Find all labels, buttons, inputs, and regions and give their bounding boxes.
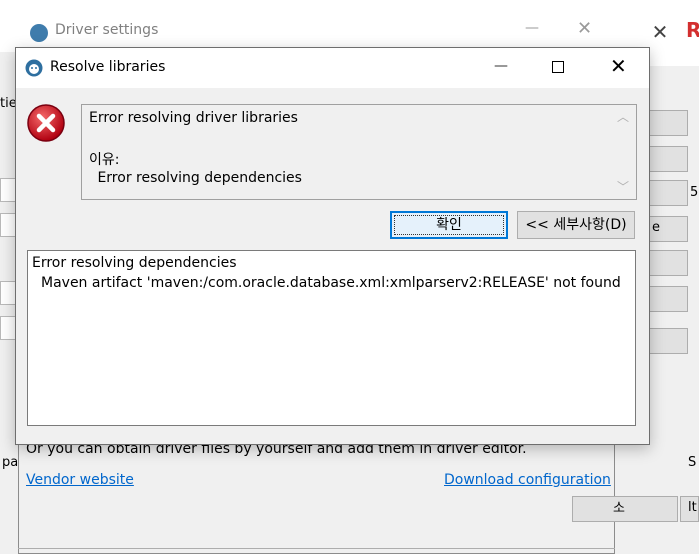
scroll-down-icon[interactable]: ﹀ <box>617 178 629 195</box>
minimize-icon[interactable]: — <box>525 20 545 40</box>
left-field[interactable] <box>0 178 16 202</box>
background-side-text: 5 <box>690 185 699 200</box>
background-button[interactable] <box>648 250 688 276</box>
focus-ring <box>394 215 504 235</box>
dbeaver-icon <box>30 24 48 42</box>
close-icon[interactable]: ✕ <box>577 18 597 39</box>
background-button[interactable] <box>648 286 688 312</box>
background-side-text: e <box>652 220 660 235</box>
close-icon[interactable]: ✕ <box>610 56 630 76</box>
error-message-line: Error resolving driver libraries <box>89 110 298 126</box>
download-configuration-link[interactable]: Download configuration <box>444 472 611 488</box>
background-button[interactable] <box>648 146 688 172</box>
details-line: Maven artifact 'maven:/com.oracle.databa… <box>41 275 621 291</box>
cancel-button[interactable]: 소 <box>572 496 678 522</box>
dbeaver-icon <box>25 59 43 77</box>
maximize-icon[interactable] <box>552 61 564 73</box>
vendor-website-link[interactable]: Vendor website <box>26 472 134 488</box>
left-field[interactable] <box>0 213 16 237</box>
minimize-icon[interactable]: — <box>494 58 514 78</box>
ok-button[interactable]: 확인 <box>390 211 508 239</box>
cancel-button-label: 소 <box>613 501 625 516</box>
background-button[interactable] <box>648 180 688 206</box>
error-message-line: Error resolving dependencies <box>93 170 302 186</box>
error-icon <box>27 104 65 142</box>
left-field[interactable] <box>0 281 16 305</box>
scroll-up-icon[interactable]: ︿ <box>617 108 629 125</box>
background-button[interactable] <box>648 328 688 354</box>
background-close-icon[interactable]: ✕ <box>648 20 672 44</box>
driver-settings-title: Driver settings <box>55 22 159 38</box>
details-line: Error resolving dependencies <box>32 255 237 271</box>
resolve-dialog-title: Resolve libraries <box>50 59 166 75</box>
background-side-text: pa <box>2 455 19 470</box>
background-side-text: S <box>688 455 697 470</box>
divider <box>18 548 615 549</box>
background-button[interactable] <box>648 110 688 136</box>
left-field[interactable] <box>0 316 16 340</box>
error-message-line: 이유: <box>89 152 120 168</box>
background-side-text: lt <box>688 500 697 515</box>
background-app-logo: R <box>686 18 699 42</box>
details-button[interactable]: << 세부사항(D) <box>517 211 635 239</box>
